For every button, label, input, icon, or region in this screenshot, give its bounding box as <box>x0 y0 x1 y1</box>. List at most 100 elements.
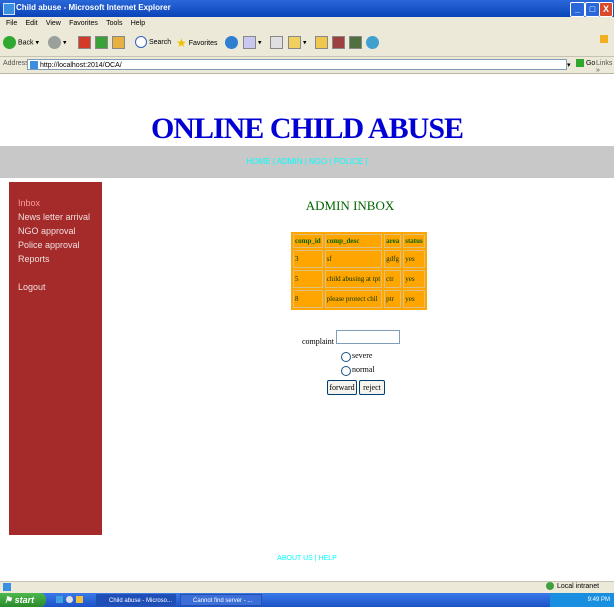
site-nav-links[interactable]: HOME | ADMIN | NGO | POLICE | <box>0 157 614 166</box>
column-header: comp_desc <box>324 234 383 248</box>
address-dropdown-icon[interactable]: ▾ <box>567 61 571 69</box>
taskbar-item-child-abuse[interactable]: Child abuse - Microso... <box>96 594 176 606</box>
back-button[interactable]: Back ▾ <box>3 36 39 50</box>
table-cell: please protect chil <box>324 290 383 308</box>
star-icon: ★ <box>176 36 187 50</box>
quicklaunch-desktop-icon[interactable] <box>56 596 63 603</box>
radio-severe[interactable] <box>341 352 351 362</box>
research-button[interactable] <box>349 36 362 50</box>
table-cell: gdfg <box>384 250 402 268</box>
forward-arrow-icon <box>48 36 61 49</box>
site-nav-bar: HOME | ADMIN | NGO | POLICE | <box>0 146 614 178</box>
sidebar-item-police-approval[interactable]: Police approval <box>18 240 80 250</box>
radio-normal-label: normal <box>352 365 375 374</box>
forward-nav-button[interactable]: ▾ <box>48 36 66 50</box>
radio-normal[interactable] <box>341 366 351 376</box>
table-cell: yes <box>403 290 425 308</box>
sidebar-item-newsletter[interactable]: News letter arrival <box>18 212 90 222</box>
table-row: 3 sf gdfg yes <box>293 250 425 268</box>
window-title-bar: Child abuse - Microsoft Internet Explore… <box>0 0 614 17</box>
column-header: area <box>384 234 402 248</box>
admin-sidebar: Inbox News letter arrival NGO approval P… <box>9 182 102 535</box>
menu-tools[interactable]: Tools <box>106 17 122 31</box>
menu-favorites[interactable]: Favorites <box>69 17 98 31</box>
menu-help[interactable]: Help <box>131 17 145 31</box>
table-row: 5 child abusing at tpt ctr yes <box>293 270 425 288</box>
discuss-icon <box>332 36 345 49</box>
search-icon <box>135 36 147 49</box>
search-button[interactable]: Search <box>135 36 171 50</box>
sidebar-item-ngo-approval[interactable]: NGO approval <box>18 226 76 236</box>
radio-severe-label: severe <box>352 351 373 360</box>
table-row: 8 please protect chil ptr yes <box>293 290 425 308</box>
messenger-button[interactable] <box>366 36 379 50</box>
sidebar-item-reports[interactable]: Reports <box>18 254 50 264</box>
maximize-button[interactable]: □ <box>585 2 600 17</box>
stop-button[interactable] <box>78 36 91 50</box>
browser-toolbar: Back ▾ ▾ Search ★ Favorites ▾ ▾ <box>0 31 614 57</box>
windows-logo-icon <box>600 33 608 47</box>
refresh-icon <box>95 36 108 49</box>
links-button[interactable]: Links » <box>596 60 614 74</box>
taskbar-item-cannot-find-server[interactable]: Cannot find server - ... <box>180 594 262 606</box>
table-cell: child abusing at tpt <box>324 270 383 288</box>
intranet-icon <box>546 582 554 590</box>
go-label: Go <box>585 59 596 67</box>
sidebar-item-logout[interactable]: Logout <box>18 282 46 292</box>
refresh-button[interactable] <box>95 36 108 50</box>
clock: 9:49 PM <box>587 597 610 603</box>
complaint-id-input[interactable] <box>336 330 400 344</box>
ie-icon <box>3 3 15 15</box>
address-input[interactable]: http://localhost:2014/OCA/ <box>27 59 567 70</box>
page-icon <box>30 61 38 69</box>
windows-taskbar: ⚑ start Child abuse - Microso... Cannot … <box>0 593 614 607</box>
search-label: Search <box>148 39 172 46</box>
menu-view[interactable]: View <box>46 17 61 31</box>
history-button[interactable] <box>225 36 238 50</box>
favorites-label: Favorites <box>188 39 218 47</box>
favorites-button[interactable]: ★ Favorites <box>176 36 218 50</box>
table-header-row: comp_id comp_desc area status <box>293 234 425 248</box>
go-arrow-icon <box>576 59 584 67</box>
address-label: Address <box>3 60 29 67</box>
table-cell: 5 <box>293 270 323 288</box>
close-button[interactable]: X <box>599 2 613 17</box>
start-button[interactable]: ⚑ start <box>0 593 46 607</box>
window-title: Child abuse - Microsoft Internet Explore… <box>16 3 171 12</box>
table-cell: 3 <box>293 250 323 268</box>
complaints-table: comp_id comp_desc area status 3 sf gdfg … <box>291 232 427 310</box>
folder-icon <box>315 36 328 49</box>
quicklaunch-folder-icon[interactable] <box>76 596 83 603</box>
print-icon <box>270 36 283 49</box>
stop-icon <box>78 36 91 49</box>
edit-button[interactable]: ▾ <box>288 36 306 50</box>
edit-icon <box>288 36 301 49</box>
sidebar-item-inbox[interactable]: Inbox <box>18 198 40 208</box>
mail-icon <box>243 36 256 49</box>
home-button[interactable] <box>112 36 125 50</box>
go-button[interactable]: Go <box>576 59 595 67</box>
column-header: status <box>403 234 425 248</box>
messenger-icon <box>366 36 379 49</box>
menu-edit[interactable]: Edit <box>26 17 38 31</box>
forward-button[interactable]: forward <box>327 380 357 395</box>
print-button[interactable] <box>270 36 283 50</box>
system-tray: 9:49 PM <box>550 593 614 607</box>
table-cell: sf <box>324 250 383 268</box>
minimize-button[interactable]: _ <box>570 2 585 17</box>
quicklaunch-ie-icon[interactable] <box>66 596 73 603</box>
folder-button[interactable] <box>315 36 328 50</box>
menu-bar: File Edit View Favorites Tools Help <box>0 17 614 32</box>
table-cell: 8 <box>293 290 323 308</box>
discuss-button[interactable] <box>332 36 345 50</box>
site-title: ONLINE CHILD ABUSE <box>150 112 464 145</box>
home-icon <box>112 36 125 49</box>
table-cell: yes <box>403 270 425 288</box>
status-bar: Local intranet <box>0 581 614 593</box>
reject-button[interactable]: reject <box>359 380 385 395</box>
site-footer-links[interactable]: ABOUT US | HELP <box>0 555 614 562</box>
mail-button[interactable]: ▾ <box>243 36 261 50</box>
table-cell: ptr <box>384 290 402 308</box>
table-cell: ctr <box>384 270 402 288</box>
menu-file[interactable]: File <box>6 17 17 31</box>
